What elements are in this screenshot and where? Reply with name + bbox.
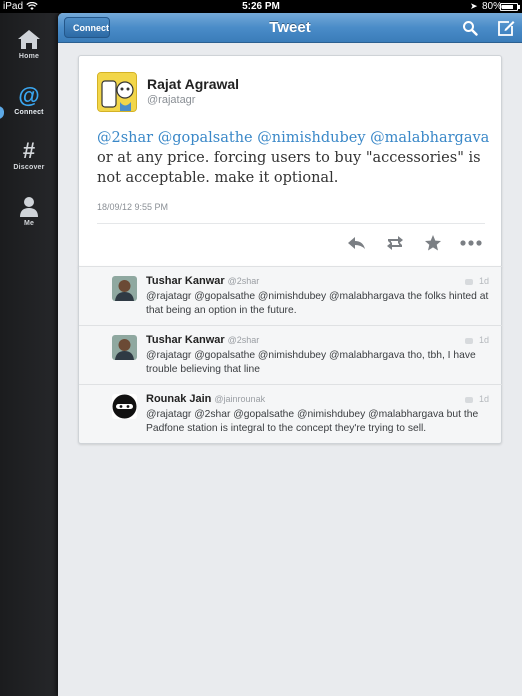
reply-handle: @2shar	[227, 276, 260, 286]
reply-time: 1d	[464, 394, 489, 404]
reply-author-name[interactable]: Tushar Kanwar	[146, 334, 225, 346]
reply-text: @rajatagr @gopalsathe @nimishdubey @mala…	[146, 350, 476, 375]
at-icon: @	[18, 83, 40, 108]
reply-author: Rounak Jain @jainrounak	[146, 393, 265, 405]
list-item[interactable]: Rounak Jain @jainrounak 1d @rajatagr @2sh…	[79, 384, 503, 443]
mention-link[interactable]: @gopalsathe	[158, 130, 253, 146]
author-name[interactable]: Rajat Agrawal	[147, 76, 239, 92]
sidebar-item-connect[interactable]: @ Connect	[0, 83, 58, 133]
ninja-avatar	[112, 394, 137, 419]
list-item[interactable]: Tushar Kanwar @2shar 1d @rajatagr @gopals…	[79, 266, 503, 325]
divider	[97, 223, 485, 224]
sidebar-item-label: Discover	[13, 164, 45, 171]
hash-icon: #	[22, 138, 36, 163]
replies-list: Tushar Kanwar @2shar 1d @rajatagr @gopals…	[78, 266, 503, 444]
reply-time: 1d	[464, 335, 489, 345]
sidebar-item-label: Me	[23, 220, 35, 227]
search-icon[interactable]	[462, 20, 478, 36]
avatar[interactable]	[112, 394, 137, 419]
sidebar-item-home[interactable]: Home	[0, 27, 58, 77]
avatar-photo	[112, 276, 137, 301]
page-title: Tweet	[269, 19, 311, 36]
avatar-illustration	[98, 73, 136, 111]
person-icon	[20, 197, 38, 217]
reply-author-name[interactable]: Tushar Kanwar	[146, 275, 225, 287]
location-arrow-icon: ➤	[470, 1, 478, 11]
speech-bubble-icon	[464, 396, 473, 403]
star-icon[interactable]	[421, 233, 445, 253]
retweet-icon[interactable]	[383, 233, 407, 253]
mention-link[interactable]: @nimishdubey	[257, 130, 365, 146]
sidebar-item-me[interactable]: Me	[0, 194, 58, 244]
reply-author-name[interactable]: Rounak Jain	[146, 393, 211, 405]
main-panel: Connect Tweet Rajat Agrawal @rajatagr @2…	[58, 13, 522, 696]
reply-text: @rajatagr @gopalsathe @nimishdubey @mala…	[146, 291, 489, 316]
speech-bubble-icon	[464, 337, 473, 344]
avatar-photo	[112, 335, 137, 360]
compose-icon[interactable]	[496, 18, 516, 38]
navigation-bar: Connect Tweet	[58, 13, 522, 43]
reply-icon[interactable]	[345, 233, 369, 253]
home-icon	[18, 30, 40, 49]
tweet-timestamp: 18/09/12 9:55 PM	[97, 202, 169, 212]
reply-time-value: 1d	[478, 276, 489, 286]
mention-link[interactable]: @2shar	[97, 130, 153, 146]
tweet-text: @2shar @gopalsathe @nimishdubey @malabha…	[97, 128, 497, 188]
sidebar-item-label: Home	[18, 53, 40, 60]
battery-icon	[500, 3, 520, 11]
status-time: 5:26 PM	[242, 1, 280, 12]
more-icon[interactable]	[459, 233, 483, 253]
mention-link[interactable]: @malabhargava	[370, 130, 489, 146]
avatar[interactable]	[97, 72, 137, 112]
status-bar: iPad 5:26 PM ➤ 80%	[0, 0, 522, 13]
reply-time-value: 1d	[478, 335, 489, 345]
speech-bubble-icon	[464, 278, 473, 285]
sidebar-item-discover[interactable]: # Discover	[0, 138, 58, 188]
reply-author: Tushar Kanwar @2shar	[146, 334, 259, 346]
sidebar: Home @ Connect # Discover Me	[0, 13, 58, 696]
reply-author: Tushar Kanwar @2shar	[146, 275, 259, 287]
avatar[interactable]	[112, 335, 137, 360]
sidebar-item-label: Connect	[14, 109, 44, 116]
battery-percent: 80%	[482, 1, 503, 12]
reply-time-value: 1d	[478, 394, 489, 404]
list-item[interactable]: Tushar Kanwar @2shar 1d @rajatagr @gopals…	[79, 325, 503, 384]
reply-time: 1d	[464, 276, 489, 286]
reply-handle: @jainrounak	[214, 394, 266, 404]
avatar[interactable]	[112, 276, 137, 301]
tweet-card: Rajat Agrawal @rajatagr @2shar @gopalsat…	[78, 55, 502, 268]
tweet-body: or at any price. forcing users to buy "a…	[97, 150, 481, 186]
reply-handle: @2shar	[227, 335, 260, 345]
reply-text: @rajatagr @2shar @gopalsathe @nimishdube…	[146, 409, 479, 434]
author-handle: @rajatagr	[147, 94, 196, 106]
